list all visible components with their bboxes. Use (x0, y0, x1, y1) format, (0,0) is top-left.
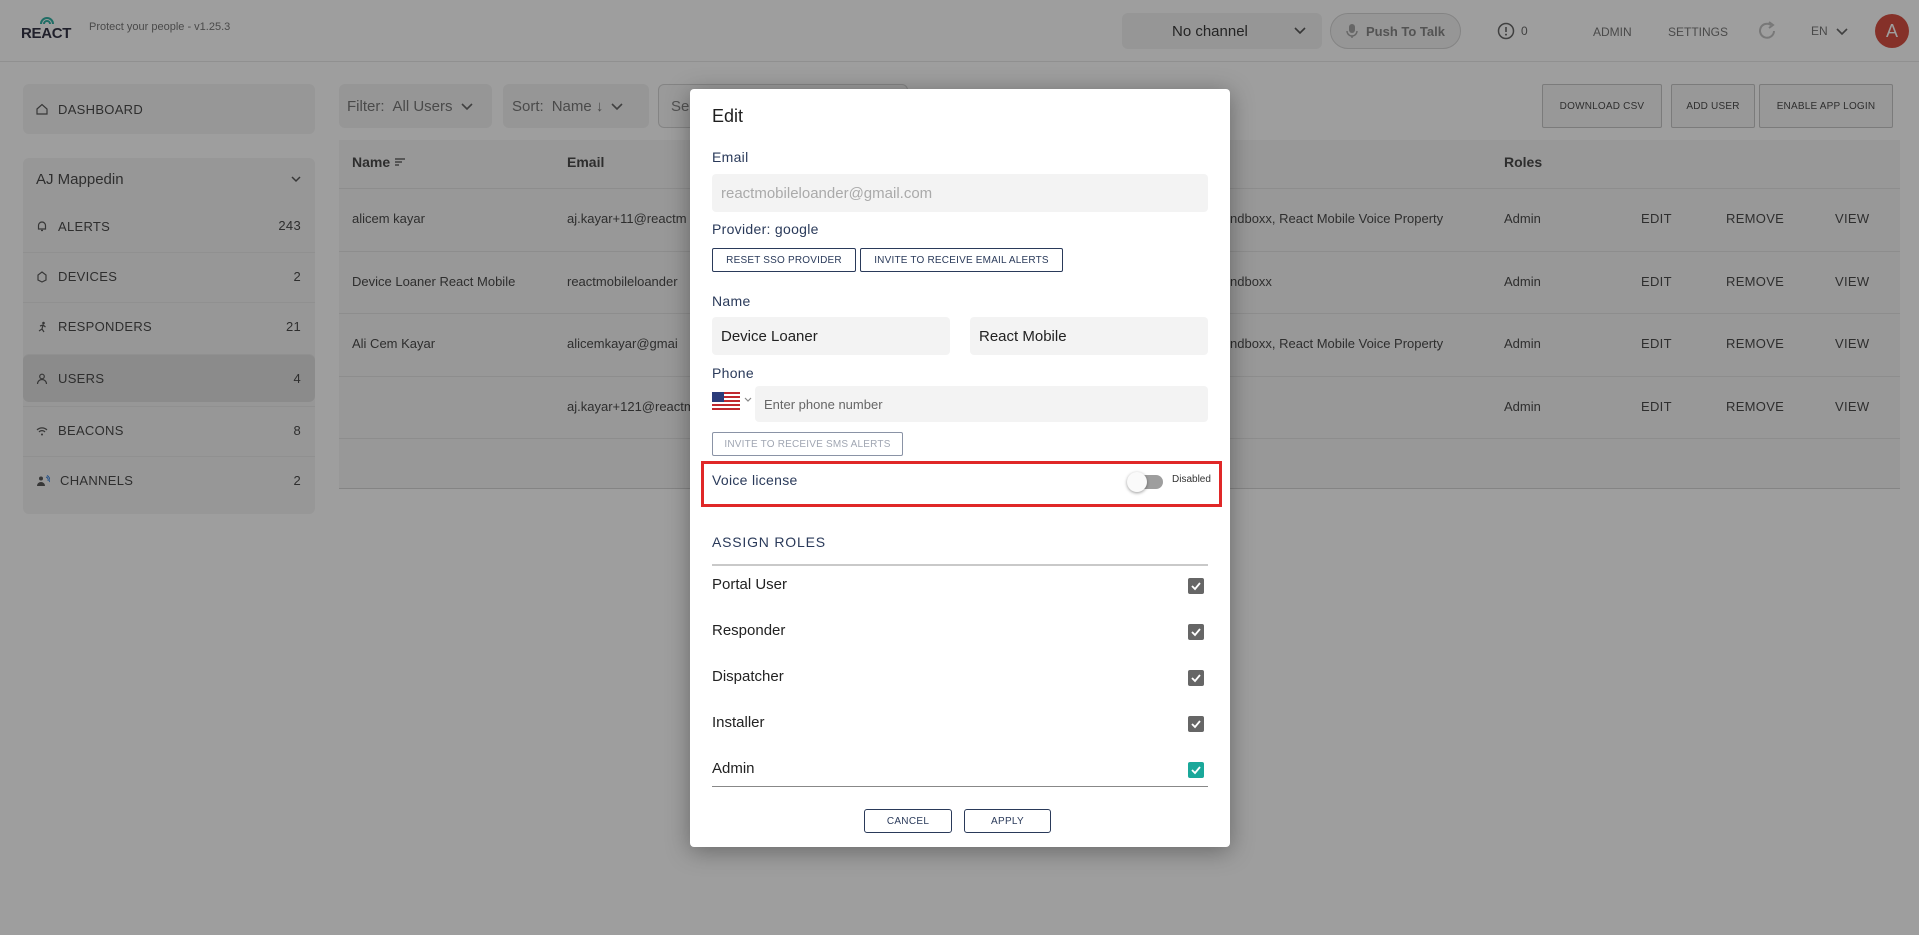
reset-sso-provider-button[interactable]: RESET SSO PROVIDER (712, 248, 856, 272)
role-checkbox[interactable] (1188, 578, 1204, 594)
email-field: reactmobileloander@gmail.com (712, 174, 1208, 212)
check-icon (1191, 674, 1201, 683)
assign-roles-heading: ASSIGN ROLES (712, 534, 826, 550)
role-label: Dispatcher (712, 668, 784, 685)
email-label: Email (712, 149, 749, 165)
role-label: Admin (712, 760, 755, 777)
voice-license-state: Disabled (1172, 474, 1211, 485)
chevron-down-icon (744, 397, 752, 402)
first-name-field[interactable]: Device Loaner (712, 317, 950, 355)
check-icon (1191, 720, 1201, 729)
role-checkbox[interactable] (1188, 762, 1204, 778)
role-label: Portal User (712, 576, 788, 593)
role-label: Installer (712, 714, 765, 731)
phone-input[interactable]: Enter phone number (755, 386, 1208, 422)
voice-license-toggle[interactable] (1127, 472, 1163, 492)
invite-email-alerts-button[interactable]: INVITE TO RECEIVE EMAIL ALERTS (860, 248, 1063, 272)
role-checkbox[interactable] (1188, 716, 1204, 732)
edit-user-dialog: Edit Email reactmobileloander@gmail.com … (690, 89, 1230, 847)
name-label: Name (712, 293, 751, 309)
apply-button[interactable]: APPLY (964, 809, 1051, 833)
check-icon (1191, 628, 1201, 637)
role-portal-user[interactable]: Portal User (712, 572, 1208, 602)
phone-label: Phone (712, 365, 754, 381)
role-installer[interactable]: Installer (712, 710, 1208, 740)
check-icon (1191, 766, 1201, 775)
phone-row: Enter phone number (712, 386, 1208, 422)
role-dispatcher[interactable]: Dispatcher (712, 664, 1208, 694)
dialog-title: Edit (712, 106, 744, 126)
us-flag-icon[interactable] (712, 392, 740, 412)
last-name-field[interactable]: React Mobile (970, 317, 1208, 355)
role-admin[interactable]: Admin (712, 756, 1208, 786)
toggle-knob (1127, 472, 1147, 492)
divider (712, 786, 1208, 787)
role-responder[interactable]: Responder (712, 618, 1208, 648)
divider (712, 564, 1208, 566)
role-label: Responder (712, 622, 786, 639)
check-icon (1191, 582, 1201, 591)
role-checkbox[interactable] (1188, 670, 1204, 686)
role-checkbox[interactable] (1188, 624, 1204, 640)
voice-license-label: Voice license (712, 472, 798, 488)
cancel-button[interactable]: CANCEL (864, 809, 952, 833)
provider-label: Provider: google (712, 221, 819, 237)
invite-sms-alerts-button[interactable]: INVITE TO RECEIVE SMS ALERTS (712, 432, 903, 456)
